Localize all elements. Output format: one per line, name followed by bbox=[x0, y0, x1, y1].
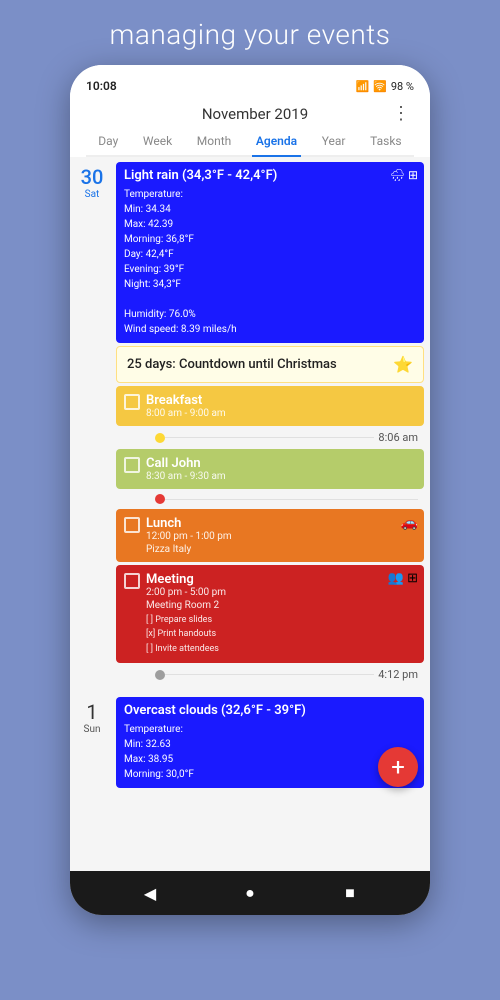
meeting-time: 2:00 pm - 5:00 pm bbox=[146, 587, 416, 598]
day-name-sat: Sat bbox=[85, 189, 100, 200]
breakfast-content: Breakfast 8:00 am - 9:00 am bbox=[146, 393, 416, 419]
call-content: Call John 8:30 am - 9:30 am bbox=[146, 456, 416, 482]
wifi-icon: 🛜 bbox=[373, 80, 387, 93]
lunch-name: Lunch bbox=[146, 516, 416, 531]
car-icon: 🚗 bbox=[401, 515, 418, 531]
day-events-1: Overcast clouds (32,6°F - 39°F) Temperat… bbox=[114, 692, 430, 793]
nav-tabs: Day Week Month Agenda Year Tasks bbox=[86, 128, 414, 157]
day-events-30: 🌧 ⊞ Light rain (34,3°F - 42,4°F) Tempera… bbox=[114, 157, 430, 688]
call-checkbox[interactable] bbox=[124, 457, 140, 473]
day-label-1: 1 Sun bbox=[70, 692, 114, 793]
phone-nav-bar: ◀ ● ■ bbox=[70, 871, 430, 915]
event-countdown[interactable]: 25 days: Countdown until Christmas ⭐ bbox=[116, 346, 424, 383]
calendar-body: 30 Sat 🌧 ⊞ Light rain (34,3°F - 42,4°F) … bbox=[70, 157, 430, 871]
event-breakfast[interactable]: Breakfast 8:00 am - 9:00 am bbox=[116, 386, 424, 426]
timeline-806: 8:06 am bbox=[116, 431, 418, 444]
weather-title: Light rain (34,3°F - 42,4°F) bbox=[124, 168, 416, 183]
weather-title-1: Overcast clouds (32,6°F - 39°F) bbox=[124, 703, 416, 718]
page-title: managing your events bbox=[110, 0, 391, 65]
tab-month[interactable]: Month bbox=[193, 128, 235, 155]
event-call-john[interactable]: Call John 8:30 am - 9:30 am bbox=[116, 449, 424, 489]
call-name: Call John bbox=[146, 456, 416, 471]
timeline-bar-red bbox=[165, 499, 418, 500]
meeting-name: Meeting bbox=[146, 572, 416, 587]
event-lunch[interactable]: Lunch 12:00 pm - 1:00 pm Pizza Italy 🚗 bbox=[116, 509, 424, 562]
tab-year[interactable]: Year bbox=[318, 128, 350, 155]
timeline-label-412: 4:12 pm bbox=[378, 668, 418, 681]
menu-icon: ⊞ bbox=[408, 168, 418, 182]
lunch-location: Pizza Italy bbox=[146, 544, 416, 555]
event-weather-1[interactable]: Overcast clouds (32,6°F - 39°F) Temperat… bbox=[116, 697, 424, 788]
back-button[interactable]: ◀ bbox=[138, 881, 162, 905]
meeting-location: Meeting Room 2 bbox=[146, 600, 416, 611]
tab-agenda[interactable]: Agenda bbox=[252, 128, 301, 155]
countdown-title: 25 days: Countdown until Christmas bbox=[127, 357, 337, 372]
rain-icon: 🌧 bbox=[390, 168, 405, 182]
status-icons: 📶 🛜 98 % bbox=[355, 80, 414, 93]
attachment-icon: ⊞ bbox=[407, 571, 418, 586]
weather-detail-1: Temperature: Min: 32.63 Max: 38.95 Morni… bbox=[124, 722, 416, 782]
header-menu-button[interactable]: ⋮ bbox=[392, 103, 410, 124]
day-label-30: 30 Sat bbox=[70, 157, 114, 688]
timeline-bar-gray bbox=[165, 674, 374, 675]
timeline-dot-gray bbox=[155, 670, 165, 680]
timeline-bar bbox=[165, 437, 374, 438]
timeline-412: 4:12 pm bbox=[116, 668, 418, 681]
status-time: 10:08 bbox=[86, 79, 117, 93]
timeline-red bbox=[116, 494, 418, 504]
event-weather-30[interactable]: 🌧 ⊞ Light rain (34,3°F - 42,4°F) Tempera… bbox=[116, 162, 424, 343]
breakfast-checkbox[interactable] bbox=[124, 394, 140, 410]
people-icon: 👥 bbox=[388, 571, 404, 586]
star-icon: ⭐ bbox=[393, 355, 413, 374]
day-number-1: 1 bbox=[86, 700, 97, 724]
day-name-sun: Sun bbox=[84, 724, 101, 735]
breakfast-time: 8:00 am - 9:00 am bbox=[146, 408, 416, 419]
weather-detail: Temperature: Min: 34.34 Max: 42.39 Morni… bbox=[124, 187, 416, 337]
phone-frame: 10:08 📶 🛜 98 % November 2019 ⋮ Day Week … bbox=[70, 65, 430, 915]
tab-tasks[interactable]: Tasks bbox=[366, 128, 406, 155]
timeline-dot-red bbox=[155, 494, 165, 504]
meeting-tasks: [ ] Prepare slides [x] Print handouts [ … bbox=[146, 613, 416, 656]
app-header-title: November 2019 bbox=[118, 105, 392, 123]
weather-icons: 🌧 ⊞ bbox=[390, 168, 418, 182]
lunch-checkbox[interactable] bbox=[124, 517, 140, 533]
app-header: November 2019 ⋮ bbox=[86, 97, 414, 128]
day-row-30: 30 Sat 🌧 ⊞ Light rain (34,3°F - 42,4°F) … bbox=[70, 157, 430, 688]
battery-icon: 98 % bbox=[391, 80, 414, 93]
day-row-1: 1 Sun Overcast clouds (32,6°F - 39°F) Te… bbox=[70, 692, 430, 793]
meeting-content: Meeting 2:00 pm - 5:00 pm Meeting Room 2… bbox=[146, 572, 416, 656]
phone-top: 10:08 📶 🛜 98 % November 2019 ⋮ Day Week … bbox=[70, 65, 430, 157]
tab-week[interactable]: Week bbox=[139, 128, 176, 155]
add-event-fab[interactable]: + bbox=[378, 747, 418, 787]
home-button[interactable]: ● bbox=[238, 881, 262, 905]
status-bar: 10:08 📶 🛜 98 % bbox=[86, 73, 414, 97]
tab-day[interactable]: Day bbox=[94, 128, 122, 155]
lunch-content: Lunch 12:00 pm - 1:00 pm Pizza Italy bbox=[146, 516, 416, 555]
meeting-checkbox[interactable] bbox=[124, 573, 140, 589]
event-meeting[interactable]: Meeting 2:00 pm - 5:00 pm Meeting Room 2… bbox=[116, 565, 424, 663]
day-number-30: 30 bbox=[81, 165, 104, 189]
lunch-time: 12:00 pm - 1:00 pm bbox=[146, 531, 416, 542]
timeline-label-806: 8:06 am bbox=[378, 431, 418, 444]
signal-icon: 📶 bbox=[355, 80, 369, 93]
recent-button[interactable]: ■ bbox=[338, 881, 362, 905]
breakfast-name: Breakfast bbox=[146, 393, 416, 408]
call-time: 8:30 am - 9:30 am bbox=[146, 471, 416, 482]
timeline-dot-yellow bbox=[155, 433, 165, 443]
